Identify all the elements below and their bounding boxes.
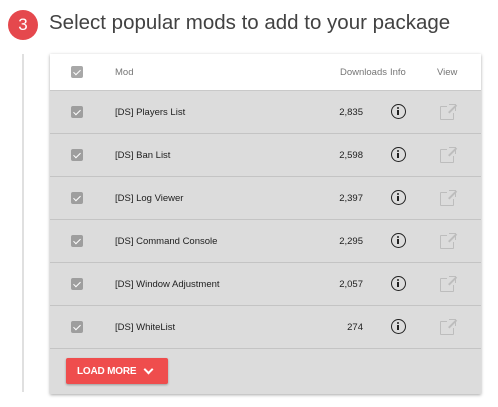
info-icon[interactable] [391, 319, 406, 334]
mod-downloads: 2,397 [339, 193, 363, 204]
info-icon[interactable] [391, 104, 406, 119]
mod-downloads: 274 [347, 322, 363, 333]
mod-name: [DS] Command Console [115, 236, 218, 247]
mod-name: [DS] Players List [115, 107, 186, 118]
chevron-down-icon [143, 364, 154, 375]
info-icon[interactable] [391, 233, 406, 248]
load-more-label: LOAD MORE [77, 365, 137, 377]
info-icon[interactable] [391, 147, 406, 162]
mod-name: [DS] WhiteList [115, 322, 176, 333]
step-title: Select popular mods to add to your packa… [49, 11, 451, 34]
table-row: [DS] Ban List 2,598 [50, 134, 481, 177]
row-checkbox[interactable] [71, 149, 83, 161]
step-connector-line [22, 54, 24, 392]
info-icon[interactable] [391, 190, 406, 205]
open-in-new-icon[interactable] [440, 319, 456, 335]
open-in-new-icon[interactable] [440, 233, 456, 249]
mod-downloads: 2,057 [339, 279, 363, 290]
info-icon[interactable] [391, 276, 406, 291]
table-row: [DS] Command Console 2,295 [50, 220, 481, 263]
mod-name: [DS] Log Viewer [115, 193, 184, 204]
open-in-new-icon[interactable] [440, 147, 456, 163]
table-row: [DS] Window Adjustment 2,057 [50, 263, 481, 306]
mod-name: [DS] Window Adjustment [115, 279, 220, 290]
header-downloads[interactable]: Downloads [340, 54, 387, 91]
open-in-new-icon[interactable] [440, 190, 456, 206]
select-all-checkbox[interactable] [71, 66, 83, 78]
header-info: Info [390, 67, 406, 78]
mod-downloads: 2,295 [339, 236, 363, 247]
table-header: Mod Downloads Info View [50, 54, 481, 91]
step-number-badge: 3 [8, 10, 38, 40]
table-row: [DS] Log Viewer 2,397 [50, 177, 481, 220]
open-in-new-icon[interactable] [440, 104, 456, 120]
mod-downloads: 2,835 [339, 107, 363, 118]
open-in-new-icon[interactable] [440, 276, 456, 292]
header-view: View [437, 67, 458, 78]
load-more-button[interactable]: LOAD MORE [66, 358, 168, 384]
mod-name: [DS] Ban List [115, 150, 171, 161]
mod-downloads: 2,598 [339, 150, 363, 161]
row-checkbox[interactable] [71, 278, 83, 290]
row-checkbox[interactable] [71, 192, 83, 204]
table-row: [DS] WhiteList 274 [50, 306, 481, 349]
header-mod[interactable]: Mod [115, 54, 133, 91]
row-checkbox[interactable] [71, 106, 83, 118]
row-checkbox[interactable] [71, 321, 83, 333]
mods-table: Mod Downloads Info View [DS] Players Lis… [50, 54, 481, 394]
table-row: [DS] Players List 2,835 [50, 91, 481, 134]
row-checkbox[interactable] [71, 235, 83, 247]
